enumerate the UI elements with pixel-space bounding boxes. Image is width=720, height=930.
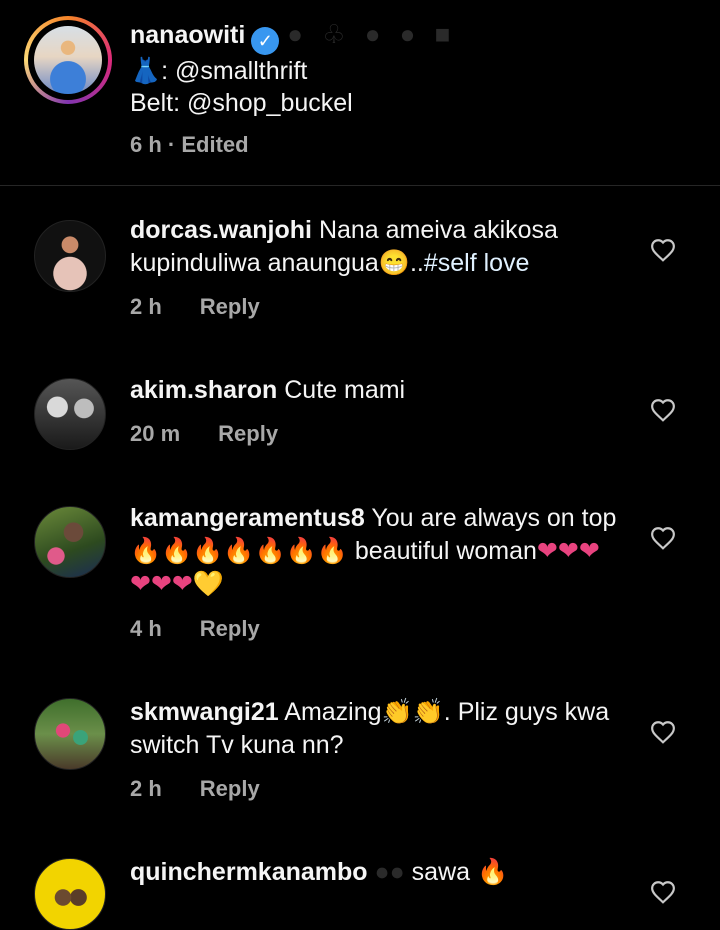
comment-time: 4 h [130,616,162,641]
commenter-avatar[interactable] [34,506,106,578]
commenter-username[interactable]: kamangeramentus8 [130,504,365,532]
reply-button[interactable]: Reply [200,616,260,641]
dress-emoji: 👗 [130,57,162,85]
caption-time: 6 h [130,132,162,157]
reply-button[interactable]: Reply [200,776,260,801]
heart-outline-icon[interactable] [650,238,678,264]
comment-text: kamangeramentus8 You are always on top🔥🔥… [130,504,617,598]
comment-time: 2 h [130,294,162,319]
verified-badge-icon: ✓ [251,27,280,55]
caption-emojis: ● ♧ ● ● ■ [287,19,457,49]
heart-outline-icon[interactable] [650,880,678,906]
caption-meta: 6 h · Edited [130,132,249,158]
reply-button[interactable]: Reply [218,421,278,446]
divider [0,185,720,186]
comment-meta: 20 m Reply [130,421,278,447]
commenter-avatar[interactable] [34,220,106,292]
heart-outline-icon[interactable] [650,398,678,424]
comment-text: skmwangi21 Amazing👏👏. Pliz guys kwa swit… [130,698,610,759]
hashtag-link[interactable]: #self love [424,249,530,277]
fire-emoji: 🔥 [477,858,509,886]
caption-line-2: Belt: @shop_buckel [130,89,353,117]
comment-time: 20 m [130,421,181,446]
comment-meta: 2 h Reply [130,294,260,320]
commenter-username[interactable]: dorcas.wanjohi [130,216,312,244]
commenter-username[interactable]: quinchermkanambo [130,858,368,886]
comment-text: dorcas.wanjohi Nana ameiva akikosa kupin… [130,216,558,277]
comment-meta: 4 h Reply [130,616,260,642]
commenter-avatar[interactable] [34,858,106,930]
post-caption: nanaowiti ✓ ● ♧ ● ● ■ 👗: @smallthrift Belt… [0,0,720,186]
comment-text: akim.sharon Cute mami [130,376,406,404]
dim-emojis: ●● [374,858,405,886]
reply-button[interactable]: Reply [200,294,260,319]
heart-outline-icon[interactable] [650,720,678,746]
commenter-username[interactable]: akim.sharon [130,376,277,404]
heart-outline-icon[interactable] [650,526,678,552]
comment-text: quinchermkanambo ●● sawa 🔥 [130,858,509,886]
author-photo [34,26,102,94]
commenter-avatar[interactable] [34,698,106,770]
author-avatar[interactable] [24,16,112,104]
caption-edited: · Edited [167,132,249,157]
author-username[interactable]: nanaowiti [130,21,245,49]
commenter-avatar[interactable] [34,378,106,450]
fire-emojis: 🔥🔥🔥🔥🔥🔥🔥 [130,537,348,565]
caption-text: nanaowiti ✓ ● ♧ ● ● ■ 👗: @smallthrift Belt… [130,18,690,119]
comment-time: 2 h [130,776,162,801]
gold-heart-emoji: 💛 [192,570,224,598]
clap-emojis: 👏👏 [381,698,444,726]
caption-line-1: : @smallthrift [161,57,308,85]
comment-meta: 2 h Reply [130,776,260,802]
commenter-username[interactable]: skmwangi21 [130,698,279,726]
